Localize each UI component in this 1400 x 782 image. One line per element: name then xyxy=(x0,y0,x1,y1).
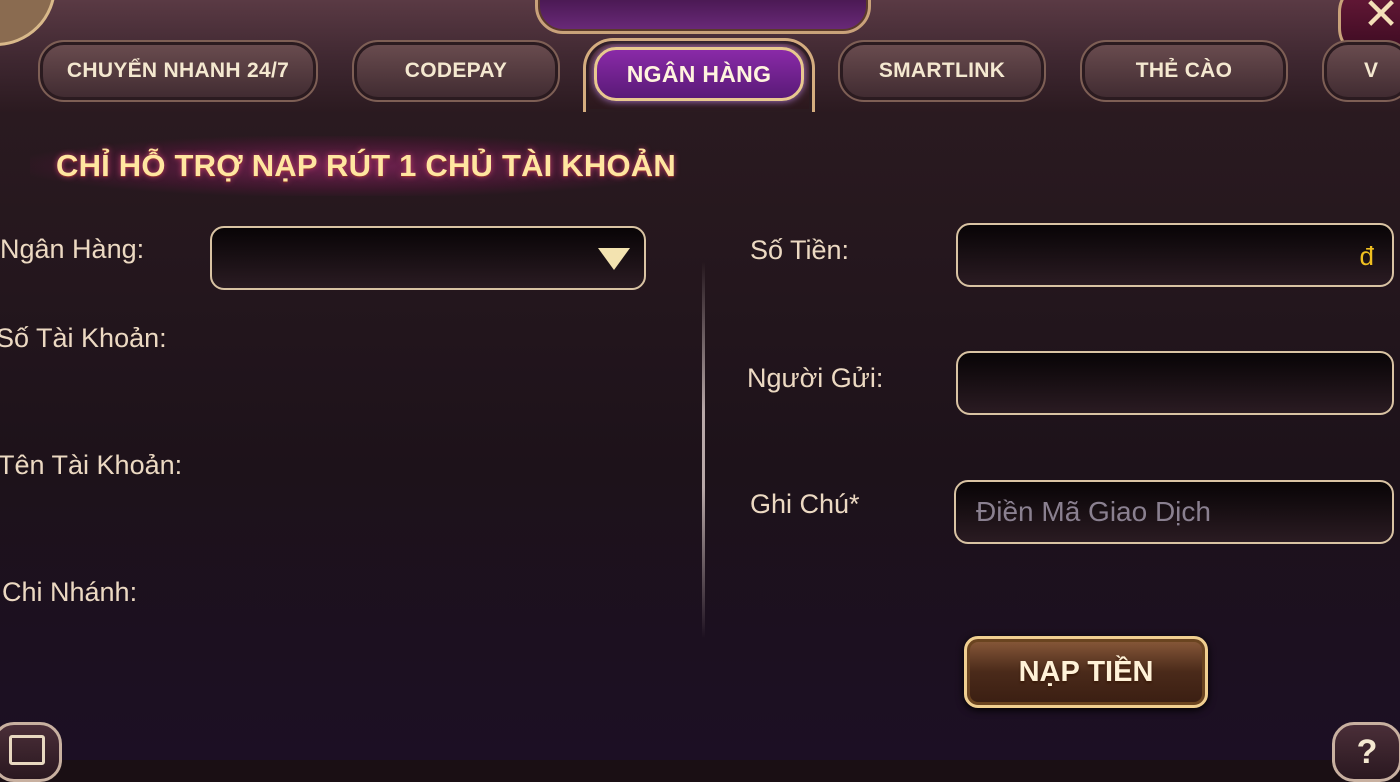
tab-the-cao[interactable]: THẺ CÀO xyxy=(1080,40,1288,102)
branch-label: Chi Nhánh: xyxy=(2,577,138,607)
notice-text: CHỈ HỖ TRỢ NẠP RÚT 1 CHỦ TÀI KHOẢN xyxy=(56,148,676,183)
tab-label: THẺ CÀO xyxy=(1135,59,1233,82)
note-input[interactable]: Điền Mã Giao Dịch xyxy=(954,480,1394,544)
account-name-label: Tên Tài Khoản: xyxy=(0,450,183,480)
tab-label: SMARTLINK xyxy=(878,59,1006,82)
sender-label: Người Gửi: xyxy=(747,363,884,393)
note-label: Ghi Chú* xyxy=(750,489,860,519)
submit-label: NẠP TIỀN xyxy=(1018,655,1154,688)
tab-label: CHUYỂN NHANH 24/7 xyxy=(66,59,290,82)
column-divider xyxy=(702,262,705,638)
close-icon: ✕ xyxy=(1362,0,1400,40)
amount-input[interactable]: đ xyxy=(956,223,1394,287)
sender-input[interactable] xyxy=(956,351,1394,415)
tab-label: V xyxy=(1364,59,1379,82)
amount-input-value xyxy=(958,225,1392,285)
note-input-placeholder: Điền Mã Giao Dịch xyxy=(976,496,1211,527)
dropdown-arrow-icon xyxy=(598,248,630,270)
tab-ngan-hang[interactable]: NGÂN HÀNG xyxy=(583,38,815,112)
bank-label: Ngân Hàng: xyxy=(0,234,145,264)
active-tab-pill: NGÂN HÀNG xyxy=(594,47,804,101)
sender-input-value xyxy=(958,353,1392,413)
header-ornament xyxy=(535,0,871,34)
currency-symbol: đ xyxy=(1359,241,1374,271)
amount-label: Số Tiền: xyxy=(750,235,850,265)
tab-codepay[interactable]: CODEPAY xyxy=(352,40,560,102)
bank-select[interactable] xyxy=(210,226,646,290)
help-button[interactable]: ? xyxy=(1332,722,1400,782)
tab-more[interactable]: V xyxy=(1322,40,1400,102)
tab-label: NGÂN HÀNG xyxy=(626,60,772,87)
submit-deposit-button[interactable]: NẠP TIỀN xyxy=(964,636,1208,708)
history-icon xyxy=(9,735,45,765)
bank-select-value xyxy=(212,228,644,288)
account-number-label: Số Tài Khoản: xyxy=(0,323,167,353)
history-button[interactable] xyxy=(0,722,62,782)
tab-chuyen-nhanh[interactable]: CHUYỂN NHANH 24/7 xyxy=(38,40,318,102)
tab-label: CODEPAY xyxy=(404,59,508,82)
help-icon: ? xyxy=(1356,733,1378,771)
tab-smartlink[interactable]: SMARTLINK xyxy=(838,40,1046,102)
